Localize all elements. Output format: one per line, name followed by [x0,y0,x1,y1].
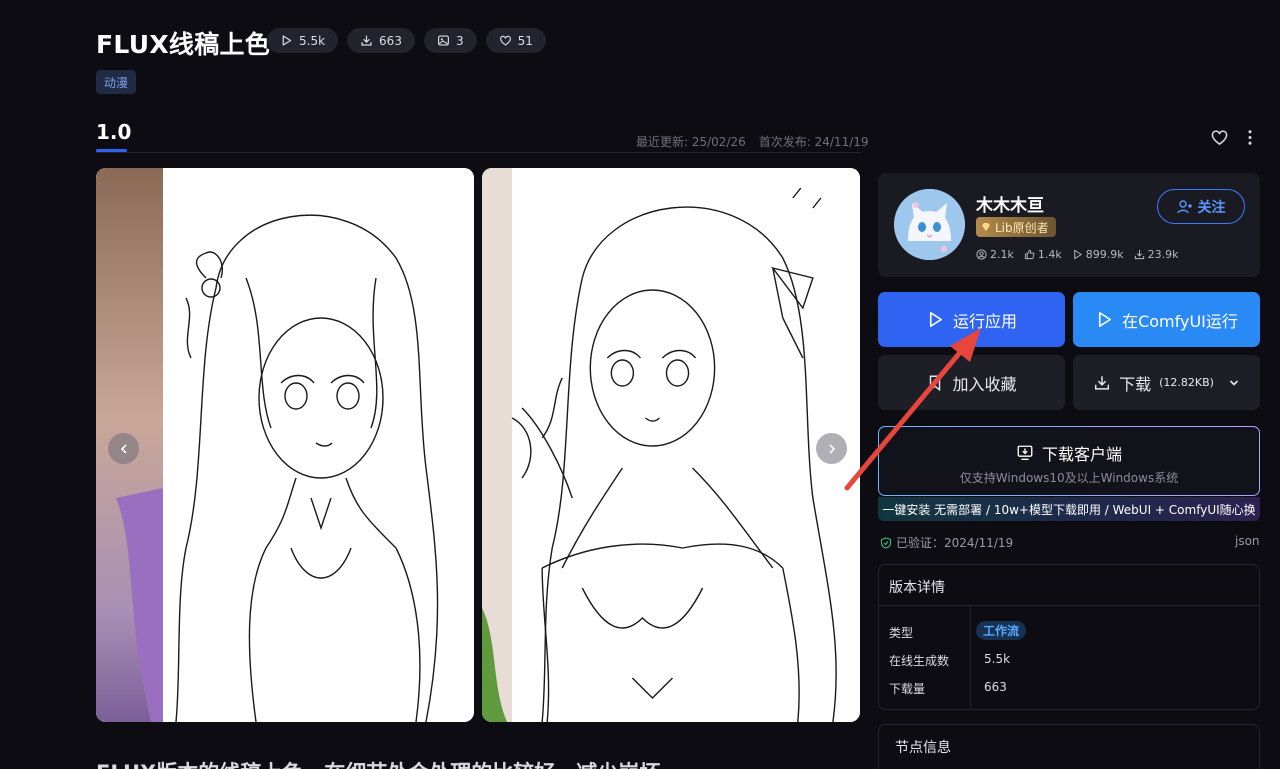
detail-value-downloads: 663 [984,680,1007,694]
favorite-heart-icon[interactable] [1210,128,1229,147]
creator-badge-label: Lib原创者 [995,220,1049,235]
play-icon [1073,249,1082,260]
author-followers: 2.1k [976,248,1014,261]
user-icon [976,249,987,260]
image-icon [438,35,449,46]
cat-avatar-image [894,189,965,260]
gallery-image-1[interactable] [96,168,474,722]
like-count: 51 [517,33,533,48]
author-followers-value: 2.1k [990,248,1014,261]
stats-bar: 5.5k 663 3 51 [267,28,546,53]
avatar[interactable] [894,189,965,260]
verified-status: 已验证：2024/11/19 [880,534,1013,551]
download-size: (12.82KB) [1159,376,1214,389]
details-column-divider [970,605,971,709]
add-to-favorites-label: 加入收藏 [952,374,1017,394]
download-client-subtitle: 仅支持Windows10及以上Windows系统 [959,471,1179,485]
version-tab[interactable]: 1.0 [96,120,131,144]
play-icon [929,312,942,327]
download-client-title: 下载客户端 [1041,445,1122,464]
chevron-down-icon[interactable] [1228,377,1240,389]
version-details-heading: 版本详情 [889,580,945,596]
gallery-next-button[interactable] [816,433,847,464]
page-title: FLUX线稿上色 [96,30,271,59]
run-app-label: 运行应用 [952,311,1017,331]
download-icon [361,35,372,46]
creator-badge: Lib原创者 [976,217,1056,237]
version-details-panel: 版本详情 类型 工作流 在线生成数 5.5k 下载量 663 [878,564,1260,710]
author-likes-value: 1.4k [1037,248,1062,261]
author-runs-value: 899.9k [1085,248,1124,261]
run-in-comfyui-button[interactable]: 在ComfyUI运行 [1073,292,1260,347]
more-options-icon[interactable] [1243,128,1257,147]
like-count-pill[interactable]: 51 [485,28,546,53]
lineart-girl-ribbon [482,168,860,722]
desktop-download-icon [1017,445,1033,460]
chevron-right-icon [828,443,835,454]
published-date: 首次发布: 24/11/19 [758,135,869,149]
author-downloads-value: 23.9k [1147,248,1179,261]
verified-date: 已验证：2024/11/19 [896,536,1014,550]
client-promo-banner[interactable]: 一键安装 无需部署 / 10w+模型下载即用 / WebUI + ComfyUI… [878,497,1260,521]
author-likes: 1.4k [1024,248,1062,261]
lineart-girl-flower [96,168,474,722]
updated-date: 最近更新: 25/02/26 [636,135,746,149]
download-label: 下载 [1119,374,1152,394]
run-count: 5.5k [299,33,326,48]
image-count-pill: 3 [423,28,477,53]
author-runs: 899.9k [1072,248,1124,261]
add-to-favorites-button[interactable]: 加入收藏 [878,355,1065,410]
node-info-panel: 节点信息 [878,724,1260,769]
details-divider [879,605,1259,606]
download-client-card[interactable]: 下载客户端 仅支持Windows10及以上Windows系统 [878,426,1260,496]
version-divider [96,152,862,153]
download-client-title-row: 下载客户端 [879,441,1259,465]
author-name[interactable]: 木木木亘 [976,191,1044,216]
detail-label-type: 类型 [889,626,914,640]
shield-check-icon [880,536,892,549]
version-dates: 最近更新: 25/02/26 首次发布: 24/11/19 [636,133,869,150]
thumb-up-icon [1024,249,1035,260]
download-count: 663 [379,33,402,48]
download-icon [1095,375,1110,390]
category-tag[interactable]: 动漫 [96,70,137,94]
play-icon [1099,312,1112,327]
node-info-heading: 节点信息 [895,740,951,756]
detail-label-online-runs: 在线生成数 [889,654,950,668]
author-card: 木木木亘 Lib原创者 2.1k 1.4k 899.9k 23.9k 关注 [878,173,1260,277]
heart-icon [499,35,511,46]
run-app-button[interactable]: 运行应用 [878,292,1065,347]
gallery-image-2[interactable] [482,168,860,722]
json-link[interactable]: json [1235,534,1260,548]
follow-button[interactable]: 关注 [1157,189,1245,224]
follow-label: 关注 [1197,199,1226,216]
author-downloads: 23.9k [1134,248,1179,261]
download-button[interactable]: 下载 (12.82KB) [1073,355,1260,410]
add-user-icon [1176,199,1192,213]
download-icon [1134,249,1144,260]
detail-label-downloads: 下载量 [889,682,926,696]
run-count-pill: 5.5k [267,28,339,53]
author-stats: 2.1k 1.4k 899.9k 23.9k [976,248,1179,261]
play-icon [282,35,292,46]
description-heading: FLUX版本的线稿上色，在细节处会处理的比较好，减少崩坏 [96,757,660,769]
type-badge: 工作流 [976,621,1027,640]
chevron-left-icon [120,443,127,454]
gallery-prev-button[interactable] [108,433,139,464]
download-count-pill: 663 [347,28,415,53]
diamond-icon [982,223,990,231]
image-count: 3 [455,33,464,48]
bookmark-icon [930,375,941,391]
run-in-comfyui-label: 在ComfyUI运行 [1122,311,1238,331]
detail-value-online-runs: 5.5k [984,652,1011,666]
